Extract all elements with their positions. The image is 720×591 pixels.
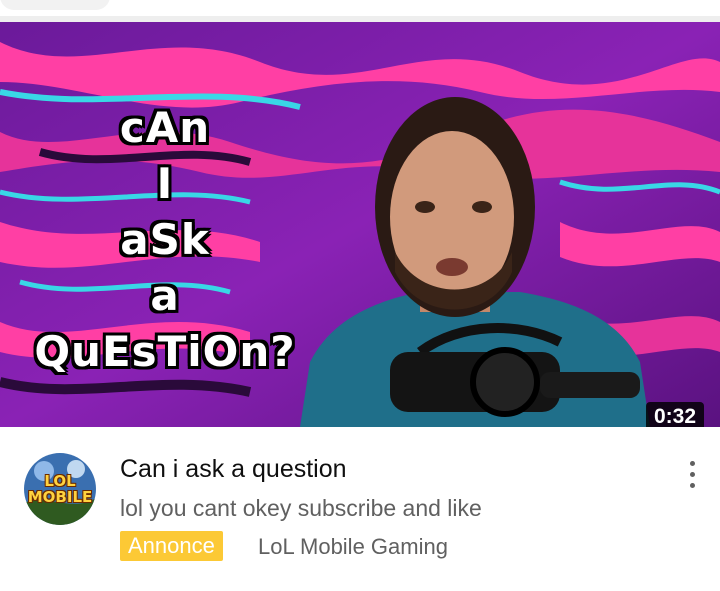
avatar-logo-line: LOL	[44, 472, 76, 490]
top-bar	[0, 0, 720, 22]
duration-badge: 0:32	[645, 402, 704, 427]
kebab-dot	[689, 472, 695, 477]
kebab-dot	[689, 483, 695, 488]
channel-name[interactable]: LoL Mobile Gaming	[258, 534, 448, 560]
more-vert-icon[interactable]	[680, 461, 704, 495]
thumbnail-caption: cAn I aSk a QuEsTiOn?	[0, 100, 330, 380]
video-thumbnail[interactable]: cAn I aSk a QuEsTiOn? 0:32	[0, 22, 720, 427]
avatar-logo-line: MOBILE	[27, 488, 93, 506]
ad-badge: Annonce	[120, 531, 223, 561]
video-description: lol you cant okey subscribe and like	[120, 495, 482, 521]
caption-line: I	[156, 159, 174, 208]
kebab-dot	[689, 461, 695, 466]
caption-line: QuEsTiOn?	[34, 327, 296, 376]
caption-line: aSk	[120, 215, 210, 264]
caption-line: a	[150, 271, 180, 320]
avatar-logo-text: LOL MOBILE	[24, 473, 96, 505]
video-meta: LOL MOBILE Can i ask a question lol you …	[0, 427, 720, 591]
top-chip[interactable]	[0, 0, 110, 10]
video-title[interactable]: Can i ask a question	[120, 455, 347, 484]
caption-line: cAn	[119, 103, 211, 152]
channel-avatar[interactable]: LOL MOBILE	[24, 453, 96, 525]
